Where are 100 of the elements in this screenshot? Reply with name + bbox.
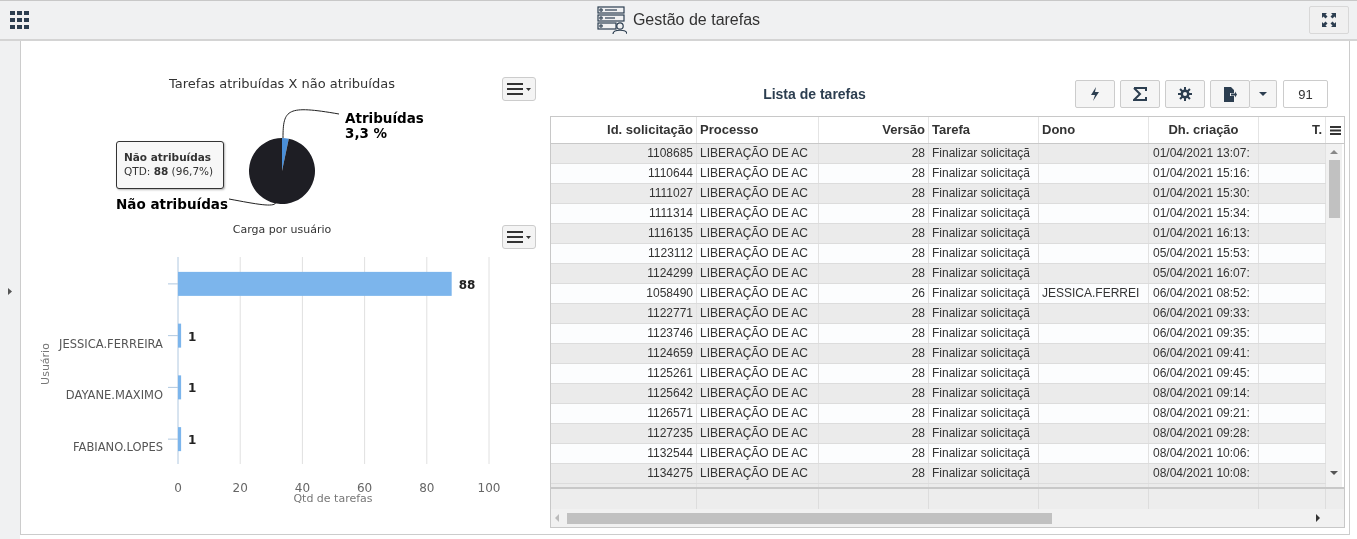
column-header[interactable]: Versão	[819, 117, 929, 143]
lightning-icon[interactable]	[1090, 87, 1100, 101]
sigma-icon[interactable]	[1133, 87, 1147, 101]
chart-menu-button[interactable]	[502, 77, 536, 101]
table-cell: 28	[819, 404, 929, 423]
table-cell: 28	[819, 464, 929, 483]
menu-icon[interactable]	[506, 82, 532, 96]
column-header[interactable]: Tarefa	[929, 117, 1039, 143]
table-cell: 28	[819, 224, 929, 243]
table-cell: LIBERAÇÃO DE AC	[697, 264, 819, 283]
tick-label: 60	[356, 481, 373, 495]
table-cell: 1123746	[551, 324, 697, 343]
table-cell: LIBERAÇÃO DE AC	[697, 304, 819, 323]
table-cell: Finalizar solicitaçã	[929, 464, 1039, 483]
table-cell: LIBERAÇÃO DE AC	[697, 224, 819, 243]
scroll-up-icon[interactable]	[1330, 150, 1338, 154]
settings-button[interactable]	[1165, 80, 1205, 108]
file-export-icon[interactable]	[1223, 86, 1237, 102]
table-cell: LIBERAÇÃO DE AC	[697, 424, 819, 443]
table-cell: 06/04/2021 09:41:	[1149, 344, 1259, 363]
list-title: Lista de tarefas	[762, 86, 867, 102]
table-cell: Finalizar solicitaçã	[929, 304, 1039, 323]
caret-icon[interactable]	[1259, 92, 1267, 96]
slice-value: 3,3 %	[345, 125, 388, 141]
chart-menu-button[interactable]	[502, 225, 536, 249]
axis-title: Qtd de tarefas	[293, 492, 373, 505]
expand-arrow-icon[interactable]	[8, 287, 12, 295]
table-cell: 28	[819, 164, 929, 183]
column-menu-icon[interactable]	[1329, 125, 1341, 135]
table-cell: 1111314	[551, 204, 697, 223]
table-cell: Finalizar solicitaçã	[929, 184, 1039, 203]
table-cell: 01/04/2021 13:07:	[1149, 144, 1259, 163]
table-cell: 26	[819, 284, 929, 303]
column-header[interactable]: Dh. criação	[1149, 117, 1259, 143]
sum-button[interactable]	[1120, 80, 1160, 108]
menu-icon[interactable]	[506, 230, 532, 244]
table-cell: Finalizar solicitaçã	[929, 364, 1039, 383]
slice-label: Não atribuídas	[116, 196, 228, 212]
table-cell: 28	[819, 444, 929, 463]
table-cell: Finalizar solicitaçã	[929, 204, 1039, 223]
table-cell: LIBERAÇÃO DE AC	[697, 464, 819, 483]
table-cell: 28	[819, 244, 929, 263]
table-cell: JESSICA.FERREI	[1039, 284, 1149, 303]
fullscreen-button[interactable]	[1309, 6, 1349, 34]
axis-title: Usuário	[39, 343, 52, 385]
table-cell: 05/04/2021 15:53:	[1149, 244, 1259, 263]
table-cell: 1123112	[551, 244, 697, 263]
table-cell: LIBERAÇÃO DE AC	[697, 324, 819, 343]
server-user-icon	[596, 5, 627, 35]
tooltip-title: Não atribuídas	[124, 151, 213, 163]
table-cell: 28	[819, 184, 929, 203]
table-cell: 1122771	[551, 304, 697, 323]
chart-title: Tarefas atribuídas X não atribuídas	[168, 76, 396, 91]
column-header[interactable]: T.	[1259, 117, 1326, 143]
column-header[interactable]: Dono	[1039, 117, 1149, 143]
table-cell: LIBERAÇÃO DE AC	[697, 344, 819, 363]
table-cell: 01/04/2021 15:30:	[1149, 184, 1259, 203]
apps-grid-button[interactable]	[10, 11, 30, 29]
fullscreen-icon[interactable]	[1322, 13, 1336, 27]
category-label: DAYANE.MAXIMO	[65, 388, 163, 403]
table-cell: 06/04/2021 09:35:	[1149, 324, 1259, 343]
scrollbar-thumb[interactable]	[1328, 160, 1340, 218]
table-cell: 08/04/2021 09:28:	[1149, 424, 1259, 443]
tick-label: 0	[174, 481, 182, 495]
table-cell: 01/04/2021 16:13:	[1149, 224, 1259, 243]
data-label: 1	[188, 329, 197, 344]
column-header[interactable]: Id. solicitação	[551, 117, 697, 143]
table-cell: 1058490	[551, 284, 697, 303]
table-cell: 1134275	[551, 464, 697, 483]
table-cell: LIBERAÇÃO DE AC	[697, 204, 819, 223]
scroll-right-icon[interactable]	[1316, 514, 1320, 522]
table-cell: 1125642	[551, 384, 697, 403]
data-label: 1	[188, 433, 197, 448]
column-header[interactable]: Processo	[697, 117, 819, 143]
export-button[interactable]	[1210, 80, 1250, 108]
action-button[interactable]	[1075, 80, 1115, 108]
table-cell: Finalizar solicitaçã	[929, 404, 1039, 423]
table-cell: Finalizar solicitaçã	[929, 424, 1039, 443]
table-cell: 06/04/2021 08:52:	[1149, 284, 1259, 303]
table-cell: 28	[819, 384, 929, 403]
table-cell: 1125261	[551, 364, 697, 383]
settings-icon[interactable]	[1178, 87, 1192, 101]
category-label: JESSICA.FERREIRA	[59, 336, 163, 351]
scrollbar-thumb[interactable]	[567, 512, 1052, 524]
table-cell: 1132544	[551, 444, 697, 463]
table-cell: 28	[819, 364, 929, 383]
table-cell: 28	[819, 144, 929, 163]
table-cell: 28	[819, 424, 929, 443]
table-cell: 06/04/2021 09:45:	[1149, 364, 1259, 383]
table-cell: Finalizar solicitaçã	[929, 144, 1039, 163]
table-cell: Finalizar solicitaçã	[929, 244, 1039, 263]
scroll-down-icon[interactable]	[1330, 471, 1338, 475]
page-size-field[interactable]: 91	[1283, 80, 1328, 108]
table-cell: 01/04/2021 15:34:	[1149, 204, 1259, 223]
table-cell: 28	[819, 264, 929, 283]
tooltip-value: QTD: 88 (96,7%)	[124, 165, 215, 177]
table-cell: Finalizar solicitaçã	[929, 264, 1039, 283]
table-cell: 1110644	[551, 164, 697, 183]
table-cell: LIBERAÇÃO DE AC	[697, 144, 819, 163]
tick-label: 80	[419, 481, 435, 495]
